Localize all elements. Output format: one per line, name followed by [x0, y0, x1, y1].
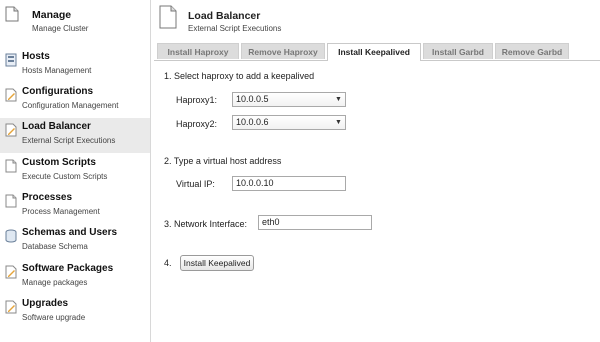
edit-page-icon [5, 300, 17, 314]
sidebar-item-load-balancer[interactable]: Load Balancer External Script Executions [0, 118, 150, 153]
page-icon [5, 6, 19, 22]
sidebar-item-title: Configurations [22, 86, 94, 97]
network-interface-input[interactable]: eth0 [258, 215, 372, 230]
virtual-ip-input[interactable]: 10.0.0.10 [232, 176, 346, 191]
tab-remove-garbd[interactable]: Remove Garbd [495, 43, 569, 59]
sidebar-item-title: Manage [32, 9, 72, 21]
tab-bar: Install Haproxy Remove Haproxy Install K… [154, 43, 600, 61]
main-content: Load Balancer External Script Executions… [151, 0, 600, 342]
sidebar-item-title: Hosts [22, 51, 50, 62]
tab-remove-haproxy[interactable]: Remove Haproxy [241, 43, 325, 59]
sidebar-item-subtitle: Execute Custom Scripts [22, 172, 108, 181]
haproxy1-select-value: 10.0.0.5 [236, 94, 269, 104]
haproxy2-select-value: 10.0.0.6 [236, 117, 269, 127]
sidebar-item-title: Software Packages [22, 263, 114, 274]
network-interface-value: eth0 [262, 217, 280, 227]
sidebar-item-subtitle: Configuration Management [22, 101, 119, 110]
haproxy1-label: Haproxy1: [176, 95, 218, 105]
sidebar-item-configurations[interactable]: Configurations Configuration Management [0, 83, 150, 118]
sidebar-item-schemas-and-users[interactable]: Schemas and Users Database Schema [0, 224, 150, 259]
haproxy2-label: Haproxy2: [176, 119, 218, 129]
tab-install-garbd[interactable]: Install Garbd [423, 43, 493, 59]
chevron-down-icon: ▼ [335, 96, 342, 103]
sidebar-item-subtitle: Process Management [22, 207, 100, 216]
sidebar-item-subtitle: Database Schema [22, 242, 88, 251]
tab-install-haproxy[interactable]: Install Haproxy [157, 43, 239, 59]
sidebar: Manage Manage Cluster Hosts Hosts Manage… [0, 0, 151, 342]
sidebar-item-upgrades[interactable]: Upgrades Software upgrade [0, 295, 150, 330]
install-keepalived-button[interactable]: Install Keepalived [180, 255, 254, 271]
sidebar-item-subtitle: Manage Cluster [32, 24, 89, 33]
network-interface-label: 3. Network Interface: [164, 219, 248, 229]
virtual-ip-label: Virtual IP: [176, 179, 215, 189]
sidebar-item-title: Schemas and Users [22, 227, 118, 238]
sidebar-item-software-packages[interactable]: Software Packages Manage packages [0, 260, 150, 295]
database-icon [5, 229, 17, 243]
page-title: Load Balancer [188, 10, 261, 22]
page-icon [159, 5, 177, 29]
sidebar-item-subtitle: Hosts Management [22, 66, 92, 75]
virtual-ip-value: 10.0.0.10 [236, 178, 274, 188]
sidebar-item-subtitle: External Script Executions [22, 136, 116, 145]
edit-page-icon [5, 265, 17, 279]
haproxy1-select[interactable]: 10.0.0.5 ▼ [232, 92, 346, 107]
sidebar-item-title: Upgrades [22, 298, 69, 309]
step-4-label: 4. [164, 258, 172, 268]
edit-page-icon [5, 88, 17, 102]
sidebar-item-custom-scripts[interactable]: Custom Scripts Execute Custom Scripts [0, 154, 150, 189]
edit-page-icon [5, 123, 17, 137]
step-1-label: 1. Select haproxy to add a keepalived [164, 71, 315, 81]
sidebar-item-subtitle: Software upgrade [22, 313, 86, 322]
tab-install-keepalived[interactable]: Install Keepalived [327, 43, 421, 61]
sidebar-item-title: Load Balancer [22, 121, 91, 132]
page-icon [5, 159, 17, 173]
page-icon [5, 194, 17, 208]
hosts-icon [5, 53, 17, 67]
page-subtitle: External Script Executions [188, 24, 282, 33]
sidebar-item-title: Processes [22, 192, 73, 203]
sidebar-item-title: Custom Scripts [22, 157, 96, 168]
chevron-down-icon: ▼ [335, 119, 342, 126]
step-2-label: 2. Type a virtual host address [164, 156, 282, 166]
sidebar-item-hosts[interactable]: Hosts Hosts Management [0, 48, 150, 83]
sidebar-item-subtitle: Manage packages [22, 278, 88, 287]
haproxy2-select[interactable]: 10.0.0.6 ▼ [232, 115, 346, 130]
sidebar-item-processes[interactable]: Processes Process Management [0, 189, 150, 224]
sidebar-item-manage[interactable]: Manage Manage Cluster [0, 0, 150, 42]
